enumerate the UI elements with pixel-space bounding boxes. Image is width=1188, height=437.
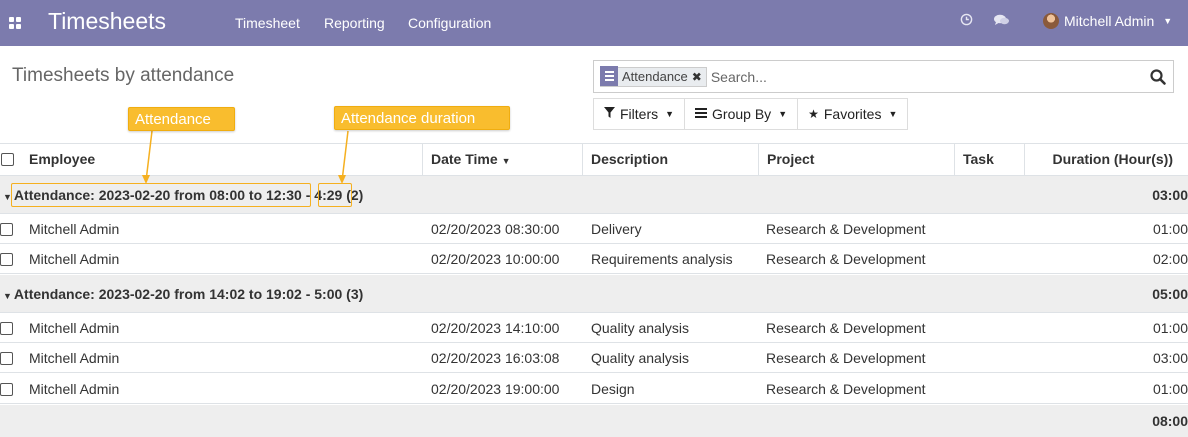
duration-cell: 01:00 [1152, 320, 1188, 336]
datetime-cell: 02/20/2023 14:10:00 [431, 320, 560, 336]
duration-cell: 03:00 [1152, 350, 1188, 366]
groupby-button[interactable]: Group By ▼ [684, 99, 798, 129]
chat-icon[interactable] [993, 13, 1010, 30]
employee-cell: Mitchell Admin [29, 251, 120, 267]
datetime-cell: 02/20/2023 08:30:00 [431, 221, 560, 237]
table-row[interactable]: Mitchell Admin 02/20/2023 19:00:00 Desig… [0, 374, 1188, 404]
employee-cell: Mitchell Admin [29, 320, 120, 336]
duration-cell: 01:00 [1152, 381, 1188, 397]
project-cell: Research & Development [766, 251, 926, 267]
column-project[interactable]: Project [758, 144, 954, 175]
menu-reporting[interactable]: Reporting [324, 15, 385, 31]
table-row[interactable]: Mitchell Admin 02/20/2023 08:30:00 Deliv… [0, 214, 1188, 244]
attendance-highlight [11, 183, 311, 207]
caret-down-icon: ▼ [665, 109, 675, 119]
select-all-checkbox[interactable] [1, 153, 14, 166]
description-cell: Quality analysis [591, 350, 690, 366]
project-cell: Research & Development [766, 381, 926, 397]
project-cell: Research & Development [766, 350, 926, 366]
group-row[interactable]: ▼ Attendance: 2023-02-20 from 14:02 to 19… [0, 275, 1188, 313]
search-input[interactable] [710, 64, 1173, 89]
table-row[interactable]: Mitchell Admin 02/20/2023 14:10:00 Quali… [0, 313, 1188, 343]
search-icon[interactable] [1149, 68, 1167, 86]
star-icon: ★ [808, 107, 819, 121]
favorites-button[interactable]: ★ Favorites ▼ [797, 99, 908, 129]
search-bar[interactable]: Attendance ✖ [593, 60, 1174, 93]
datetime-cell: 02/20/2023 16:03:08 [431, 350, 560, 366]
row-checkbox[interactable] [0, 223, 13, 236]
column-employee[interactable]: Employee [21, 144, 421, 175]
callout-attendance: Attendance [128, 107, 235, 131]
attendance-duration-highlight [318, 183, 352, 207]
apps-icon[interactable] [9, 17, 21, 29]
filters-button[interactable]: Filters ▼ [594, 99, 685, 129]
datetime-cell: 02/20/2023 10:00:00 [431, 251, 560, 267]
grand-total: 08:00 [1152, 413, 1188, 429]
duration-cell: 01:00 [1152, 221, 1188, 237]
menu-configuration[interactable]: Configuration [408, 15, 491, 31]
row-checkbox[interactable] [0, 322, 13, 335]
menu-timesheet[interactable]: Timesheet [235, 15, 300, 31]
user-name: Mitchell Admin [1064, 13, 1155, 29]
group-total: 05:00 [1152, 286, 1188, 302]
table-header: Employee Date Time ▼ Description Project… [0, 143, 1188, 176]
column-date-time[interactable]: Date Time ▼ [422, 144, 582, 175]
datetime-cell: 02/20/2023 19:00:00 [431, 381, 560, 397]
top-navbar: Timesheets Timesheet Reporting Configura… [0, 0, 1188, 46]
project-cell: Research & Development [766, 320, 926, 336]
row-checkbox[interactable] [0, 253, 13, 266]
row-checkbox[interactable] [0, 383, 13, 396]
column-description[interactable]: Description [582, 144, 758, 175]
description-cell: Requirements analysis [591, 251, 733, 267]
employee-cell: Mitchell Admin [29, 221, 120, 237]
column-duration[interactable]: Duration (Hour(s)) [1024, 144, 1188, 175]
groupby-label: Group By [712, 106, 772, 122]
employee-cell: Mitchell Admin [29, 381, 120, 397]
callout-attendance-duration: Attendance duration [334, 106, 510, 130]
group-total: 03:00 [1152, 187, 1188, 203]
caret-down-icon: ▼ [888, 109, 898, 119]
avatar [1043, 13, 1059, 29]
description-cell: Quality analysis [591, 320, 690, 336]
search-facet: Attendance ✖ [600, 66, 707, 87]
filters-label: Filters [620, 106, 659, 122]
app-title[interactable]: Timesheets [48, 8, 166, 35]
row-checkbox[interactable] [0, 352, 13, 365]
caret-down-icon: ▼ [3, 291, 12, 301]
search-options: Filters ▼ Group By ▼ ★ Favorites ▼ [593, 98, 909, 130]
description-cell: Design [591, 381, 635, 397]
clock-icon[interactable] [960, 13, 973, 29]
page-title: Timesheets by attendance [12, 65, 235, 86]
list-icon [695, 107, 708, 121]
favorites-label: Favorites [823, 106, 882, 122]
close-icon[interactable]: ✖ [692, 70, 706, 84]
employee-cell: Mitchell Admin [29, 350, 120, 366]
groupby-facet-icon [600, 66, 618, 86]
group-label: ▼ Attendance: 2023-02-20 from 14:02 to 19… [3, 286, 364, 302]
table-footer: 08:00 [0, 405, 1188, 437]
filter-icon [604, 107, 615, 121]
facet-label: Attendance [622, 69, 688, 84]
table-row[interactable]: Mitchell Admin 02/20/2023 10:00:00 Requi… [0, 244, 1188, 274]
caret-down-icon: ▼ [778, 109, 788, 119]
table-row[interactable]: Mitchell Admin 02/20/2023 16:03:08 Quali… [0, 343, 1188, 373]
user-menu[interactable]: Mitchell Admin ▼ [1043, 13, 1172, 29]
caret-down-icon: ▼ [1163, 16, 1173, 26]
column-task[interactable]: Task [954, 144, 1024, 175]
description-cell: Delivery [591, 221, 642, 237]
project-cell: Research & Development [766, 221, 926, 237]
duration-cell: 02:00 [1152, 251, 1188, 267]
